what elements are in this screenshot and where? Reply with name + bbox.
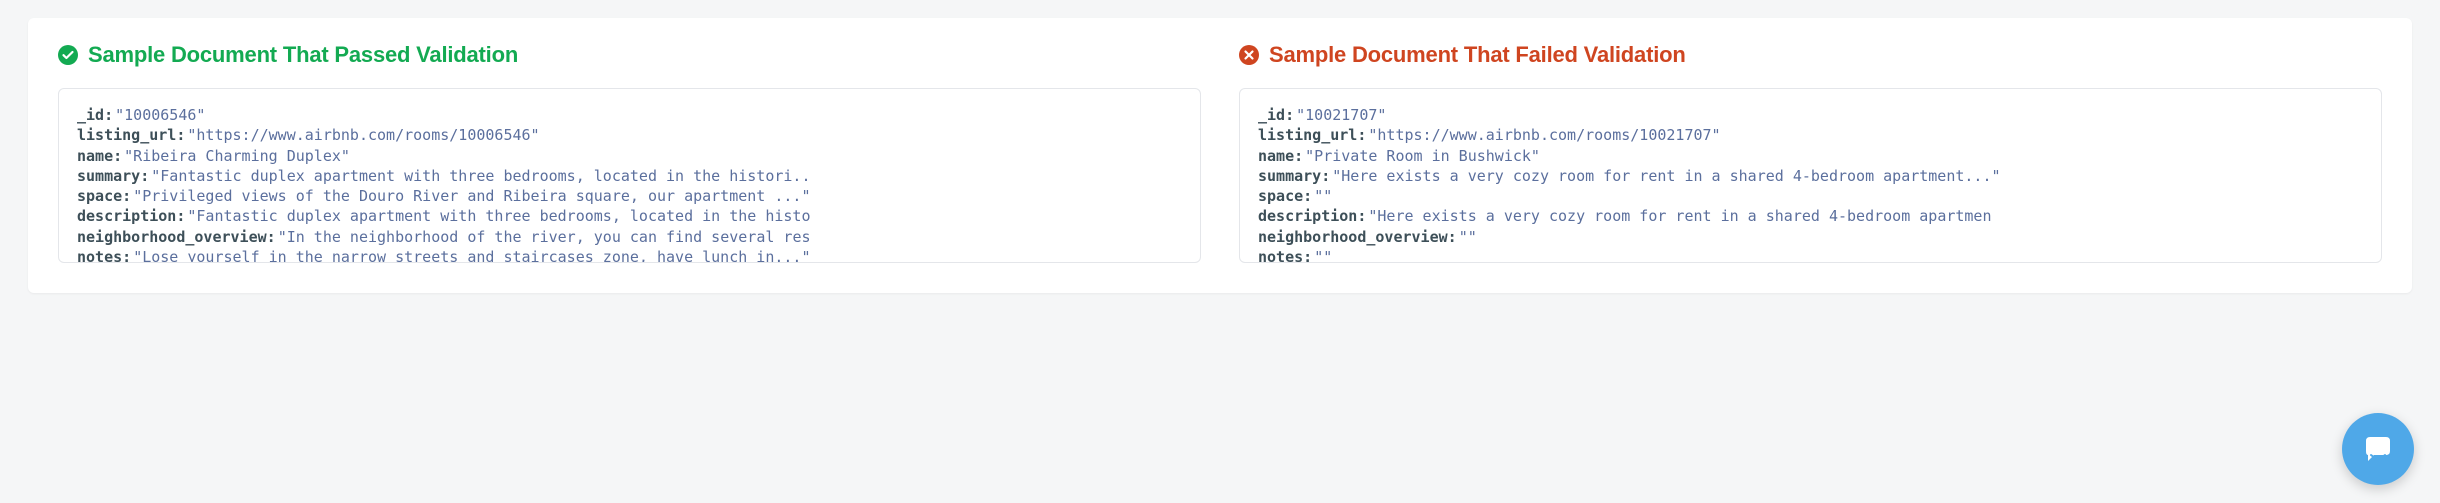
field-row: space"" bbox=[1258, 186, 2363, 206]
passed-column: Sample Document That Passed Validation _… bbox=[58, 42, 1201, 263]
failed-code: _id"10021707" listing_url"https://www.ai… bbox=[1258, 105, 2363, 263]
passed-title: Sample Document That Passed Validation bbox=[88, 42, 518, 68]
passed-code: _id"10006546" listing_url"https://www.ai… bbox=[77, 105, 1182, 263]
field-row: summary"Here exists a very cozy room for… bbox=[1258, 166, 2363, 186]
passed-panel: _id"10006546" listing_url"https://www.ai… bbox=[58, 88, 1201, 263]
field-row: space"Privileged views of the Douro Rive… bbox=[77, 186, 1182, 206]
field-row: summary"Fantastic duplex apartment with … bbox=[77, 166, 1182, 186]
field-row: name"Ribeira Charming Duplex" bbox=[77, 146, 1182, 166]
field-row: listing_url"https://www.airbnb.com/rooms… bbox=[1258, 125, 2363, 145]
x-circle-icon bbox=[1239, 45, 1259, 65]
check-circle-icon bbox=[58, 45, 78, 65]
validation-card: Sample Document That Passed Validation _… bbox=[28, 18, 2412, 293]
field-row: neighborhood_overview"In the neighborhoo… bbox=[77, 227, 1182, 247]
failed-column: Sample Document That Failed Validation _… bbox=[1239, 42, 2382, 263]
failed-panel: _id"10021707" listing_url"https://www.ai… bbox=[1239, 88, 2382, 263]
field-row: _id"10021707" bbox=[1258, 105, 2363, 125]
field-row: neighborhood_overview"" bbox=[1258, 227, 2363, 247]
field-row: notes"" bbox=[1258, 247, 2363, 263]
chat-icon bbox=[2360, 431, 2396, 467]
field-row: notes"Lose yourself in the narrow street… bbox=[77, 247, 1182, 263]
field-row: description"Here exists a very cozy room… bbox=[1258, 206, 2363, 226]
field-row: listing_url"https://www.airbnb.com/rooms… bbox=[77, 125, 1182, 145]
chat-widget-button[interactable] bbox=[2342, 413, 2414, 485]
field-row: _id"10006546" bbox=[77, 105, 1182, 125]
failed-heading: Sample Document That Failed Validation bbox=[1239, 42, 2382, 68]
field-row: description"Fantastic duplex apartment w… bbox=[77, 206, 1182, 226]
field-row: name"Private Room in Bushwick" bbox=[1258, 146, 2363, 166]
passed-heading: Sample Document That Passed Validation bbox=[58, 42, 1201, 68]
failed-title: Sample Document That Failed Validation bbox=[1269, 42, 1686, 68]
